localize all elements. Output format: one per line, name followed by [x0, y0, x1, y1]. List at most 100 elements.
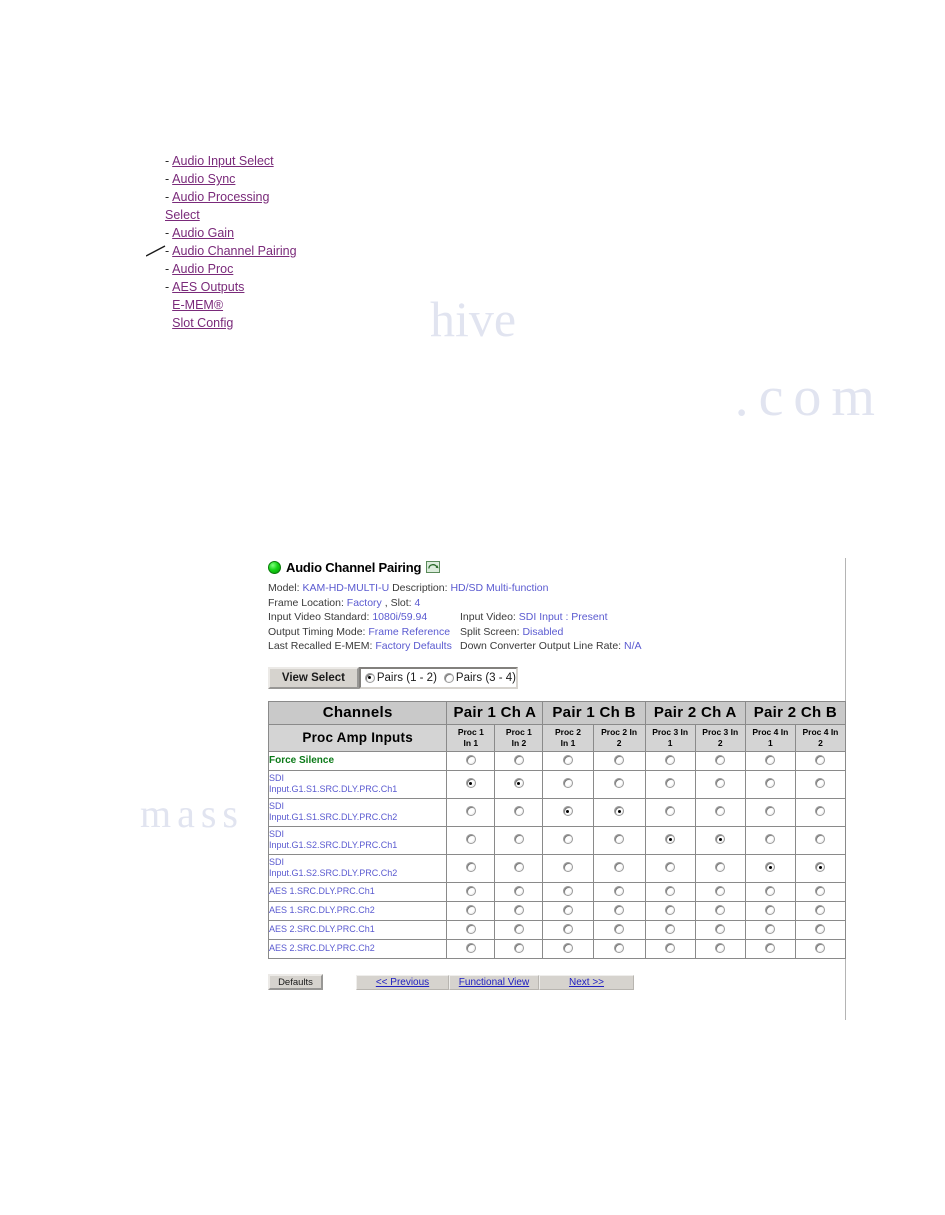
radio-cell-r0-c0[interactable] [446, 750, 496, 771]
radio-cell-r5-c7[interactable] [794, 881, 847, 902]
radio-cell-r4-c5[interactable] [694, 853, 746, 883]
radio-cell-r2-c6[interactable] [744, 797, 796, 827]
pairing-radio-r7-c2[interactable] [562, 923, 573, 934]
nav-link-label[interactable]: Audio Proc [172, 260, 233, 278]
pairing-radio-r8-c3[interactable] [614, 942, 625, 953]
pairing-radio-r7-c0[interactable] [465, 923, 476, 934]
radio-cell-r3-c1[interactable] [494, 825, 544, 855]
previous-button[interactable]: << Previous [356, 974, 449, 990]
pairing-radio-r2-c2[interactable] [562, 806, 573, 816]
radio-cell-r3-c7[interactable] [794, 825, 847, 855]
view-select-option-0[interactable]: Pairs (1 - 2) [364, 672, 437, 684]
defaults-button[interactable]: Defaults [268, 974, 323, 990]
pairing-radio-r6-c6[interactable] [765, 904, 776, 915]
pairing-radio-r7-c1[interactable] [513, 923, 524, 934]
radio-cell-r0-c4[interactable] [644, 750, 696, 771]
radio-cell-r7-c7[interactable] [794, 919, 847, 940]
pairing-radio-r8-c6[interactable] [765, 942, 776, 953]
radio-cell-r8-c3[interactable] [592, 938, 646, 959]
pairing-radio-r0-c3[interactable] [614, 754, 625, 765]
pairing-radio-r0-c5[interactable] [715, 754, 726, 765]
pairing-radio-r3-c5[interactable] [715, 834, 726, 844]
radio-cell-r6-c0[interactable] [446, 900, 496, 921]
pairing-radio-r8-c1[interactable] [513, 942, 524, 953]
radio-cell-r3-c0[interactable] [446, 825, 496, 855]
radio-cell-r5-c4[interactable] [644, 881, 696, 902]
radio-cell-r5-c1[interactable] [494, 881, 544, 902]
pairing-radio-r7-c6[interactable] [765, 923, 776, 934]
radio-cell-r5-c2[interactable] [542, 881, 594, 902]
pairing-radio-r4-c7[interactable] [815, 862, 826, 872]
pairing-radio-r7-c3[interactable] [614, 923, 625, 934]
pairing-radio-r2-c7[interactable] [815, 806, 826, 816]
view-select-option-1[interactable]: Pairs (3 - 4) [443, 672, 516, 684]
radio-cell-r7-c0[interactable] [446, 919, 496, 940]
radio-cell-r1-c1[interactable] [494, 769, 544, 799]
pairing-radio-r3-c3[interactable] [614, 834, 625, 844]
pairing-radio-r1-c0[interactable] [465, 778, 476, 788]
pairing-radio-r8-c4[interactable] [665, 942, 676, 953]
pairing-radio-r3-c4[interactable] [665, 834, 676, 844]
radio-cell-r1-c2[interactable] [542, 769, 594, 799]
pairing-radio-r6-c5[interactable] [715, 904, 726, 915]
pairing-radio-r6-c1[interactable] [513, 904, 524, 915]
radio-cell-r7-c2[interactable] [542, 919, 594, 940]
pairing-radio-r2-c4[interactable] [665, 806, 676, 816]
pairing-radio-r3-c2[interactable] [562, 834, 573, 844]
nav-item-2-continuation[interactable]: Select [165, 206, 425, 224]
pairing-radio-r6-c4[interactable] [665, 904, 676, 915]
pairing-radio-r2-c6[interactable] [765, 806, 776, 816]
pairing-radio-r3-c1[interactable] [513, 834, 524, 844]
pairing-radio-r7-c4[interactable] [665, 923, 676, 934]
pairing-radio-r2-c0[interactable] [465, 806, 476, 816]
pairing-radio-r5-c2[interactable] [562, 885, 573, 896]
radio-cell-r8-c7[interactable] [794, 938, 847, 959]
nav-link-label[interactable]: Audio Input Select [172, 152, 273, 170]
pairing-radio-r8-c2[interactable] [562, 942, 573, 953]
radio-cell-r0-c1[interactable] [494, 750, 544, 771]
radio-cell-r7-c1[interactable] [494, 919, 544, 940]
radio-cell-r2-c2[interactable] [542, 797, 594, 827]
pairing-radio-r4-c6[interactable] [765, 862, 776, 872]
radio-cell-r2-c0[interactable] [446, 797, 496, 827]
radio-cell-r5-c0[interactable] [446, 881, 496, 902]
radio-cell-r3-c5[interactable] [694, 825, 746, 855]
radio-cell-r8-c4[interactable] [644, 938, 696, 959]
pairing-radio-r4-c1[interactable] [513, 862, 524, 872]
pairing-radio-r0-c2[interactable] [562, 754, 573, 765]
radio-cell-r2-c1[interactable] [494, 797, 544, 827]
pairing-radio-r2-c5[interactable] [715, 806, 726, 816]
radio-cell-r1-c6[interactable] [744, 769, 796, 799]
pairing-radio-r3-c6[interactable] [765, 834, 776, 844]
pairing-radio-r1-c5[interactable] [715, 778, 726, 788]
pairing-radio-r2-c1[interactable] [513, 806, 524, 816]
pairing-radio-r1-c2[interactable] [562, 778, 573, 788]
pairing-radio-r0-c6[interactable] [765, 754, 776, 765]
pairing-radio-r0-c4[interactable] [665, 754, 676, 765]
radio-cell-r6-c2[interactable] [542, 900, 594, 921]
radio-cell-r4-c1[interactable] [494, 853, 544, 883]
pairing-radio-r8-c5[interactable] [715, 942, 726, 953]
radio-cell-r8-c1[interactable] [494, 938, 544, 959]
nav-item-1[interactable]: - Audio Sync [165, 170, 425, 188]
pairing-radio-r5-c0[interactable] [465, 885, 476, 896]
radio-cell-r3-c4[interactable] [644, 825, 696, 855]
pairing-radio-r1-c3[interactable] [614, 778, 625, 788]
pairing-radio-r5-c7[interactable] [815, 885, 826, 896]
pairing-radio-r6-c2[interactable] [562, 904, 573, 915]
pairing-radio-r6-c3[interactable] [614, 904, 625, 915]
radio-cell-r3-c2[interactable] [542, 825, 594, 855]
pairing-radio-r2-c3[interactable] [614, 806, 625, 816]
pairing-radio-r8-c0[interactable] [465, 942, 476, 953]
next-button[interactable]: Next >> [539, 974, 634, 990]
nav-link-label[interactable]: Audio Processing [172, 188, 269, 206]
radio-cell-r1-c4[interactable] [644, 769, 696, 799]
view-select-radio-0[interactable] [364, 672, 375, 683]
radio-cell-r0-c2[interactable] [542, 750, 594, 771]
radio-cell-r4-c0[interactable] [446, 853, 496, 883]
radio-cell-r2-c5[interactable] [694, 797, 746, 827]
radio-cell-r3-c3[interactable] [592, 825, 646, 855]
radio-cell-r7-c3[interactable] [592, 919, 646, 940]
pairing-radio-r5-c6[interactable] [765, 885, 776, 896]
nav-item-6[interactable]: - AES Outputs [165, 278, 425, 296]
